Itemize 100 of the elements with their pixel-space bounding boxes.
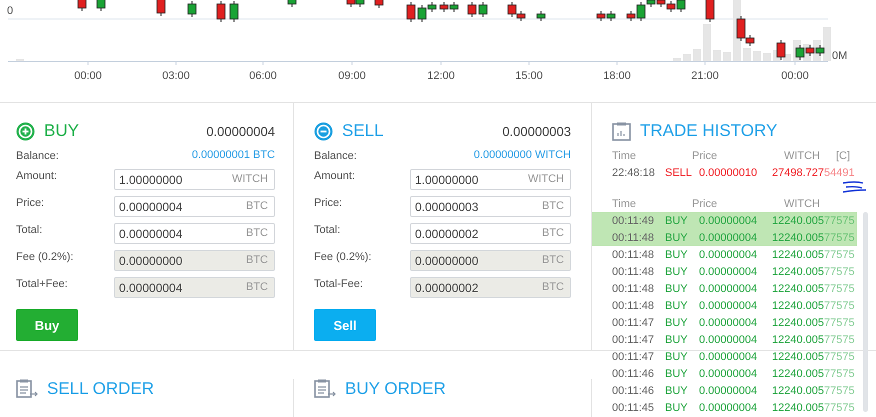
candlestick bbox=[806, 44, 814, 56]
axis-tick-label: 09:00 bbox=[337, 70, 367, 82]
axis-tick-label: 03:00 bbox=[161, 70, 191, 82]
panel-title: SELL bbox=[342, 121, 384, 141]
plus-circle-icon bbox=[16, 122, 35, 140]
field-label: Total: bbox=[16, 223, 44, 236]
trade-row-text: 00:11:46 BUY 0.00000004 12240.00577575 bbox=[611, 384, 856, 398]
trade-row-text: 00:11:45 BUY 0.00000004 12240.00577575 bbox=[611, 400, 856, 416]
unit-label: BTC bbox=[542, 227, 564, 239]
unit-label: BTC bbox=[542, 200, 564, 212]
axis-label: 0M bbox=[832, 50, 848, 62]
candlestick bbox=[596, 10, 606, 22]
trade-row-text: 00:11:48 BUY 0.00000004 12240.00577575 bbox=[611, 248, 856, 262]
axis-label: 0 bbox=[7, 5, 14, 17]
column-header: Price bbox=[692, 150, 718, 162]
volume-bar bbox=[713, 50, 721, 61]
column-header: WITCH bbox=[782, 150, 820, 162]
candlestick bbox=[230, 0, 238, 22]
candlestick bbox=[478, 2, 488, 18]
volume-bar bbox=[823, 27, 831, 61]
unit-label: BTC bbox=[542, 281, 564, 293]
candlestick bbox=[606, 10, 616, 22]
candlestick bbox=[776, 40, 786, 60]
volume-bar bbox=[753, 51, 761, 61]
candlestick bbox=[188, 0, 196, 18]
pen-scribble-drawing bbox=[842, 181, 868, 195]
field-label: Total: bbox=[314, 223, 342, 236]
unit-label: BTC bbox=[246, 227, 268, 239]
candlestick bbox=[374, 0, 384, 8]
trade-row-text: 00:11:46 BUY 0.00000004 12240.00577575 bbox=[611, 366, 856, 382]
candlestick bbox=[796, 44, 804, 60]
unit-label: BTC bbox=[246, 254, 268, 266]
column-header: Time bbox=[612, 150, 638, 162]
volume-bar bbox=[723, 52, 731, 61]
field-label: Price: bbox=[314, 196, 344, 209]
candlestick bbox=[78, 0, 86, 12]
axis-tick-label: 06:00 bbox=[248, 70, 278, 82]
field-label: Total+Fee: bbox=[16, 277, 69, 290]
unit-label: BTC bbox=[246, 281, 268, 293]
scrollbar[interactable] bbox=[863, 212, 868, 412]
axis-tick-label: 18:00 bbox=[602, 70, 632, 82]
clipboard-arrow-icon bbox=[16, 379, 38, 398]
highlighted-trade-row: 00:11:49 BUY 0.00000004 12240.00577575 bbox=[592, 212, 857, 229]
panel-title: BUY ORDER bbox=[345, 379, 446, 399]
volume-bar bbox=[683, 54, 691, 61]
column-header: [C] bbox=[834, 150, 850, 162]
candlestick bbox=[816, 44, 824, 56]
panel-title: TRADE HISTORY bbox=[640, 121, 778, 141]
candlestick bbox=[288, 0, 296, 8]
axis-tick-label: 00:00 bbox=[73, 70, 103, 82]
axis-tick-label: 15:00 bbox=[514, 70, 544, 82]
clipboard-arrow-icon bbox=[314, 379, 336, 398]
trade-row-text: 00:11:48 BUY 0.00000004 12240.00577575 bbox=[611, 264, 856, 280]
balance-value: 0.00000001 BTC bbox=[192, 149, 275, 161]
clipboard-chart-icon bbox=[612, 122, 631, 140]
candlestick bbox=[450, 2, 458, 12]
table-cell-text: 0.00000010 bbox=[699, 166, 758, 178]
field-label: Amount: bbox=[314, 169, 356, 182]
volume-bar bbox=[763, 53, 771, 61]
field-label: Total-Fee: bbox=[314, 277, 364, 290]
unit-label: WITCH bbox=[528, 173, 564, 185]
candlestick bbox=[156, 0, 166, 16]
candlestick bbox=[96, 0, 106, 12]
current-price: 0.00000003 bbox=[502, 124, 571, 138]
candlestick bbox=[406, 2, 416, 22]
axis-tick-label: 00:00 bbox=[780, 70, 810, 82]
unit-label: BTC bbox=[246, 200, 268, 212]
volume-bar bbox=[743, 48, 751, 61]
field-label: Price: bbox=[16, 196, 46, 209]
volume-bar bbox=[693, 49, 701, 61]
axis-tick-label: 21:00 bbox=[690, 70, 720, 82]
volume-bar bbox=[703, 24, 711, 61]
trade-row-text: 00:11:47 BUY 0.00000004 12240.00577575 bbox=[611, 316, 856, 330]
panel-title: BUY bbox=[44, 121, 79, 141]
panel-title: SELL ORDER bbox=[47, 379, 154, 399]
field-label: Balance: bbox=[314, 149, 358, 162]
candlestick bbox=[676, 0, 686, 12]
table-cell: 27498.72754491 bbox=[772, 166, 855, 178]
trade-row-text: 00:11:48 BUY 0.00000004 12240.00577575 bbox=[611, 298, 856, 314]
unit-label: BTC bbox=[542, 254, 564, 266]
column-header: WITCH bbox=[782, 198, 820, 210]
trade-row-text: 00:11:47 BUY 0.00000004 12240.00577575 bbox=[611, 332, 856, 348]
candlestick bbox=[468, 2, 476, 18]
field-label: Fee (0.2%): bbox=[314, 250, 372, 263]
minus-circle-icon bbox=[314, 122, 333, 140]
table-cell-text: SELL bbox=[665, 166, 693, 178]
candlestick bbox=[536, 10, 546, 22]
field-label: Fee (0.2%): bbox=[16, 250, 74, 263]
column-header: Price bbox=[692, 198, 718, 210]
field-label: Balance: bbox=[16, 149, 60, 162]
axis-tick-label: 12:00 bbox=[426, 70, 456, 82]
column-header: Time bbox=[612, 198, 638, 210]
volume-bar bbox=[673, 58, 681, 61]
candlestick bbox=[706, 0, 714, 22]
candlestick bbox=[216, 0, 226, 22]
unit-label: WITCH bbox=[232, 173, 268, 185]
field-label: Amount: bbox=[16, 169, 58, 182]
trade-row-text: 00:11:48 BUY 0.00000004 12240.00577575 bbox=[611, 282, 856, 296]
table-cell-text: 22:48:18 bbox=[612, 166, 656, 178]
highlighted-trade-row: 00:11:48 BUY 0.00000004 12240.00577575 bbox=[592, 229, 857, 246]
